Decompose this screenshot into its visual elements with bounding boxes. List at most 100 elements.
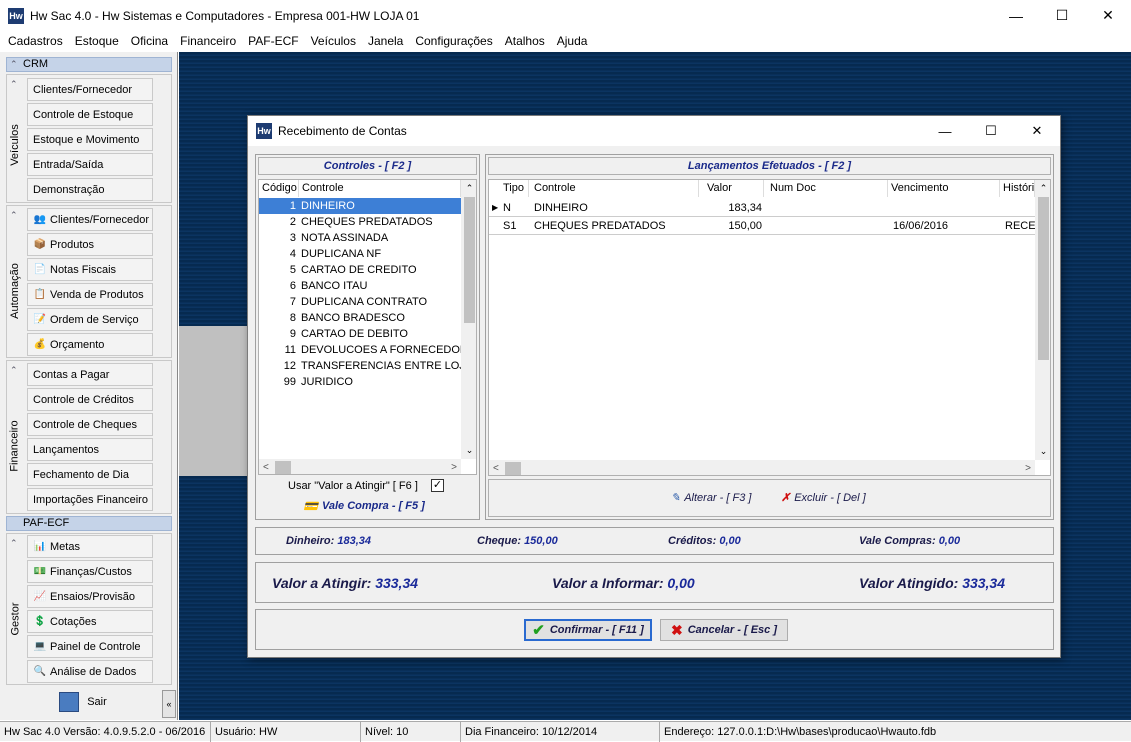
scroll-thumb[interactable] [464, 197, 475, 323]
sidebar-item-controle-cheques[interactable]: Controle de Cheques [27, 413, 153, 436]
controles-hscroll[interactable]: < > [259, 459, 461, 474]
menu-janela[interactable]: Janela [362, 34, 409, 48]
sidebar-item-importacoes-financeiro[interactable]: Importações Financeiro [27, 488, 153, 511]
sidebar-item-controle-estoque[interactable]: Controle de Estoque [27, 103, 153, 126]
close-button[interactable]: ✕ [1085, 0, 1131, 31]
controles-row[interactable]: 9 CARTAO DE DEBITO [259, 326, 461, 342]
column-controle[interactable]: Controle [299, 180, 461, 197]
group-financeiro-label: Financeiro [9, 420, 22, 472]
lancamentos-grid[interactable]: Tipo Controle Valor Num Doc Vencimento H… [488, 179, 1051, 476]
menu-oficina[interactable]: Oficina [125, 34, 174, 48]
cell-codigo: 7 [289, 296, 296, 308]
scroll-down-icon[interactable]: ⌄ [461, 442, 476, 459]
controles-row[interactable]: 7 DUPLICANA CONTRATO [259, 294, 461, 310]
controles-panel: Controles - [ F2 ] Código Controle 1 DINH… [255, 154, 480, 520]
controles-row[interactable]: 99 JURIDICO [259, 374, 461, 390]
sidebar-item-estoque-movimento[interactable]: Estoque e Movimento [27, 128, 153, 151]
group-paf-header[interactable]: PAF-ECF [6, 516, 172, 531]
sidebar-item-controle-creditos[interactable]: Controle de Créditos [27, 388, 153, 411]
sidebar-item-ensaios-provisao[interactable]: 📈 Ensaios/Provisão [27, 585, 153, 608]
column-vencimento[interactable]: Vencimento [888, 180, 1000, 197]
lancamentos-row[interactable]: ▶ N DINHEIRO 183,34 [489, 199, 1035, 217]
usar-valor-checkbox[interactable]: ✓ [431, 479, 444, 492]
controles-row[interactable]: 1 DINHEIRO [259, 198, 461, 214]
dialog-minimize-button[interactable]: — [922, 116, 968, 146]
hscroll-thumb[interactable] [505, 462, 521, 475]
sidebar-item-painel-controle[interactable]: 💻 Painel de Controle [27, 635, 153, 658]
sidebar-item-produtos[interactable]: 📦 Produtos [27, 233, 153, 256]
hscroll-thumb[interactable] [275, 461, 291, 474]
vale-compra-button[interactable]: 💳 Vale Compra - [ F5 ] [303, 499, 425, 513]
sidebar-item-notas-fiscais[interactable]: 📄 Notas Fiscais [27, 258, 153, 281]
lancamentos-row[interactable]: S1 CHEQUES PREDATADOS 150,00 16/06/2016 RECE [489, 217, 1035, 235]
menu-atalhos[interactable]: Atalhos [499, 34, 551, 48]
dialog-maximize-button[interactable]: ☐ [968, 116, 1014, 146]
sidebar-item-ordem-servico[interactable]: 📝 Ordem de Serviço [27, 308, 153, 331]
column-codigo[interactable]: Código [259, 180, 299, 197]
sidebar-item-orcamento[interactable]: 💰 Orçamento [27, 333, 153, 356]
column-num-doc[interactable]: Num Doc [764, 180, 888, 197]
minimize-button[interactable]: — [993, 0, 1039, 31]
sidebar-collapse-button[interactable]: « [162, 690, 176, 718]
column-tipo[interactable]: Tipo [489, 180, 529, 197]
scroll-right-icon[interactable]: > [451, 462, 457, 473]
sidebar-item-contas-pagar[interactable]: Contas a Pagar [27, 363, 153, 386]
scroll-thumb[interactable] [1038, 197, 1049, 360]
menu-cadastros[interactable]: Cadastros [2, 34, 69, 48]
scroll-up-icon[interactable]: ⌃ [1035, 180, 1050, 197]
menu-configuracoes[interactable]: Configurações [409, 34, 498, 48]
scroll-down-icon[interactable]: ⌄ [1035, 443, 1050, 460]
sidebar-item-financas-custos[interactable]: 💵 Finanças/Custos [27, 560, 153, 583]
sidebar-item-clientes-fornecedor-auto[interactable]: 👥 Clientes/Fornecedor [27, 208, 153, 231]
controles-row[interactable]: 12 TRANSFERENCIAS ENTRE LOJ [259, 358, 461, 374]
dialog-close-button[interactable]: ✕ [1014, 116, 1060, 146]
cancelar-button[interactable]: ✖ Cancelar - [ Esc ] [660, 619, 788, 641]
document-icon: 📄 [33, 264, 47, 275]
lancamentos-vscroll[interactable]: ⌃ ⌄ [1035, 180, 1050, 460]
sidebar-item-demonstracao[interactable]: Demonstração [27, 178, 153, 201]
scroll-up-icon[interactable]: ⌃ [461, 180, 476, 197]
sidebar-item-analise-dados[interactable]: 🔍 Análise de Dados [27, 660, 153, 683]
controles-row[interactable]: 8 BANCO BRADESCO [259, 310, 461, 326]
controles-grid[interactable]: Código Controle 1 DINHEIRO 2 CHEQUES PREDAT… [258, 179, 477, 475]
group-crm-header[interactable]: ⌃ CRM [6, 57, 172, 72]
lancamentos-hscroll[interactable]: < > [489, 460, 1035, 475]
alterar-button[interactable]: ✎ Alterar - [ F3 ] [671, 491, 751, 505]
menu-veiculos[interactable]: Veículos [305, 34, 362, 48]
controles-row[interactable]: 3 NOTA ASSINADA [259, 230, 461, 246]
background-window-fragment [179, 326, 249, 476]
sidebar-item-fechamento-dia[interactable]: Fechamento de Dia [27, 463, 153, 486]
controles-row[interactable]: 2 CHEQUES PREDATADOS [259, 214, 461, 230]
excluir-button[interactable]: ✗ Excluir - [ Del ] [781, 491, 866, 505]
dialog-title: Recebimento de Contas [278, 124, 407, 138]
cell-controle: DEVOLUCOES A FORNECEDOF [301, 344, 461, 356]
cancelar-label: Cancelar - [ Esc ] [687, 624, 777, 636]
sidebar-item-entrada-saida[interactable]: Entrada/Saída [27, 153, 153, 176]
controles-row[interactable]: 6 BANCO ITAU [259, 278, 461, 294]
finance-icon: 💵 [33, 566, 47, 577]
sidebar-item-clientes-fornecedor[interactable]: Clientes/Fornecedor [27, 78, 153, 101]
maximize-button[interactable]: ☐ [1039, 0, 1085, 31]
menu-paf-ecf[interactable]: PAF-ECF [242, 34, 304, 48]
sair-button[interactable]: Sair [6, 686, 160, 718]
cell-num-doc [764, 199, 888, 216]
controles-row[interactable]: 11 DEVOLUCOES A FORNECEDOF [259, 342, 461, 358]
menu-ajuda[interactable]: Ajuda [551, 34, 594, 48]
controles-row[interactable]: 4 DUPLICANA NF [259, 246, 461, 262]
sidebar-item-lancamentos[interactable]: Lançamentos [27, 438, 153, 461]
confirmar-button[interactable]: ✔ Confirmar - [ F11 ] [524, 619, 652, 641]
column-valor[interactable]: Valor [699, 180, 764, 197]
sidebar-item-metas[interactable]: 📊 Metas [27, 535, 153, 558]
controles-vscroll[interactable]: ⌃ ⌄ [461, 180, 476, 459]
scroll-left-icon[interactable]: < [493, 463, 499, 474]
scroll-left-icon[interactable]: < [263, 462, 269, 473]
column-historico[interactable]: Históri [1000, 180, 1035, 197]
menu-estoque[interactable]: Estoque [69, 34, 125, 48]
menu-financeiro[interactable]: Financeiro [174, 34, 242, 48]
column-controle[interactable]: Controle [529, 180, 699, 197]
sidebar-item-cotacoes[interactable]: 💲 Cotações [27, 610, 153, 633]
sidebar-item-venda-produtos[interactable]: 📋 Venda de Produtos [27, 283, 153, 306]
sidebar-item-label: Finanças/Custos [50, 565, 132, 578]
controles-row[interactable]: 5 CARTAO DE CREDITO [259, 262, 461, 278]
scroll-right-icon[interactable]: > [1025, 463, 1031, 474]
